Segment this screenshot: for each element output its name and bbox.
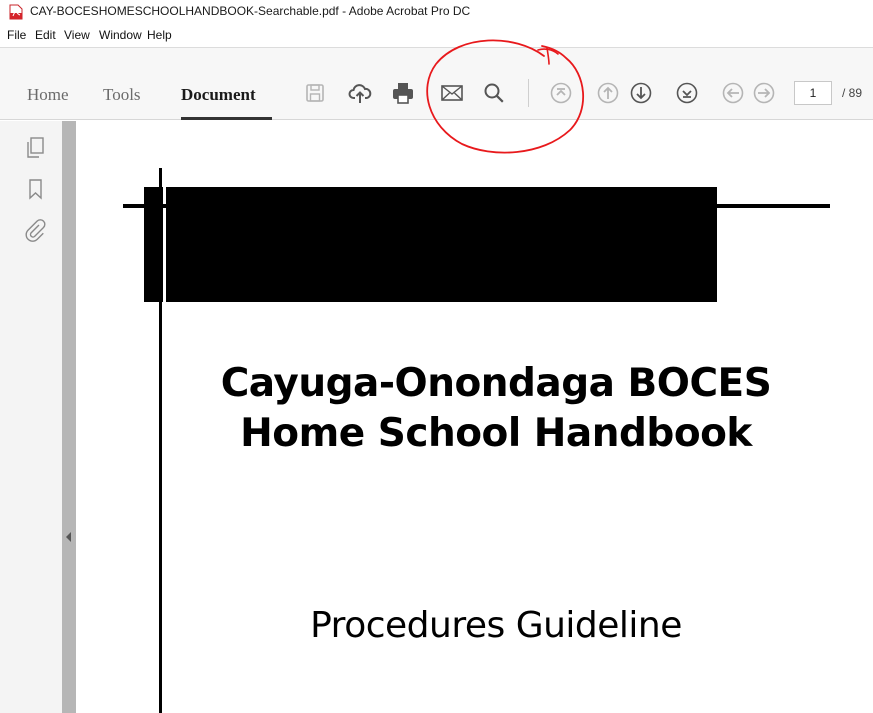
page-thumbnails-icon[interactable] xyxy=(24,136,46,160)
bookmark-icon[interactable] xyxy=(24,177,46,201)
title-bar: CAY-BOCESHOMESCHOOLHANDBOOK-Searchable.p… xyxy=(0,0,873,24)
cloud-upload-icon[interactable] xyxy=(347,80,373,106)
main-toolbar: Home Tools Document 1 / 89 xyxy=(0,48,873,120)
document-subtitle: Procedures Guideline xyxy=(310,605,682,646)
next-page-icon[interactable] xyxy=(628,80,654,106)
window-title: CAY-BOCESHOMESCHOOLHANDBOOK-Searchable.p… xyxy=(30,4,471,18)
page-total: / 89 xyxy=(842,86,863,100)
menu-bar: File Edit View Window Help xyxy=(0,24,873,48)
document-title: Cayuga-Onondaga BOCES Home School Handbo… xyxy=(136,359,856,459)
last-page-icon[interactable] xyxy=(674,80,700,106)
active-tab-indicator xyxy=(181,117,272,120)
print-icon[interactable] xyxy=(390,80,416,106)
menu-window[interactable]: Window xyxy=(99,28,142,42)
document-title-line-1: Cayuga-Onondaga BOCES xyxy=(220,361,772,406)
first-page-icon[interactable] xyxy=(548,80,574,106)
email-icon[interactable] xyxy=(439,80,465,106)
tab-home[interactable]: Home xyxy=(27,85,69,105)
collapse-pane-icon[interactable] xyxy=(64,529,74,545)
horizontal-rule xyxy=(123,204,830,208)
toolbar-separator xyxy=(528,79,529,107)
tab-document[interactable]: Document xyxy=(181,85,256,105)
tab-tools[interactable]: Tools xyxy=(103,85,141,105)
document-page: Cayuga-Onondaga BOCES Home School Handbo… xyxy=(76,121,873,713)
menu-help[interactable]: Help xyxy=(147,28,172,42)
page-number-input[interactable] xyxy=(794,81,832,105)
menu-file[interactable]: File xyxy=(7,28,26,42)
forward-icon[interactable] xyxy=(751,80,777,106)
menu-view[interactable]: View xyxy=(64,28,90,42)
acrobat-pdf-icon xyxy=(9,4,23,20)
attachment-icon[interactable] xyxy=(24,218,46,242)
menu-edit[interactable]: Edit xyxy=(35,28,56,42)
save-icon[interactable] xyxy=(302,80,328,106)
navigation-pane xyxy=(0,121,62,713)
back-icon[interactable] xyxy=(720,80,746,106)
pane-splitter[interactable] xyxy=(62,121,76,713)
previous-page-icon[interactable] xyxy=(595,80,621,106)
document-title-line-2: Home School Handbook xyxy=(240,411,752,456)
search-icon[interactable] xyxy=(481,80,507,106)
